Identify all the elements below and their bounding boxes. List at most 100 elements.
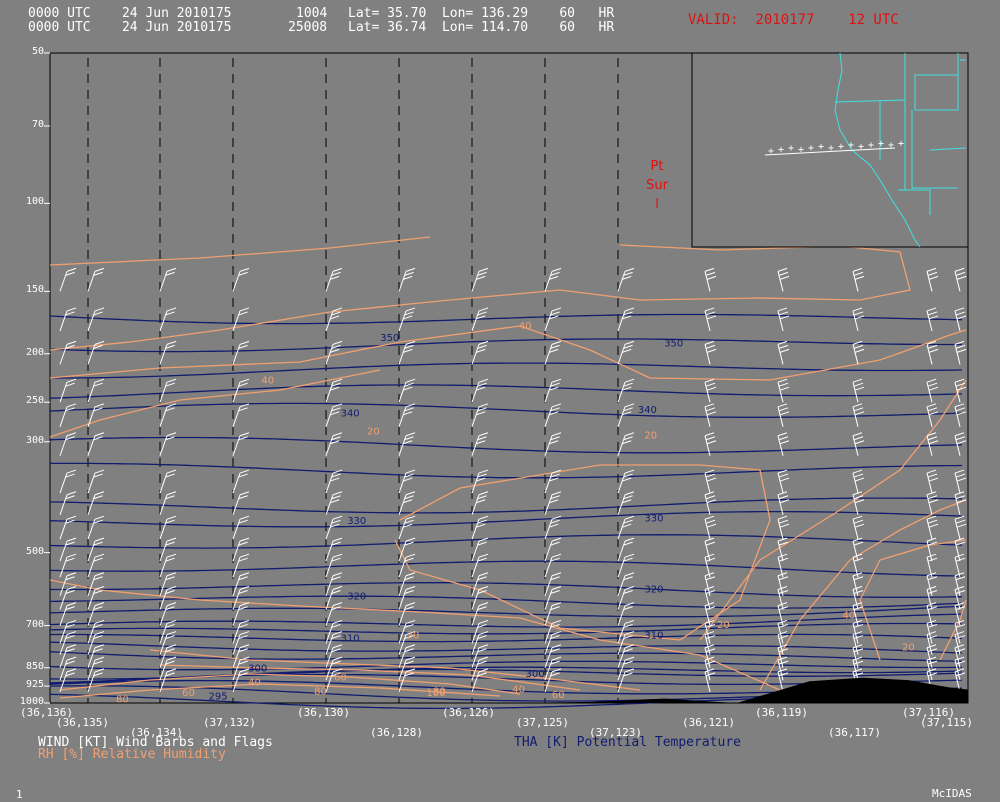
wind-barb-7-6 [544,472,553,494]
wind-feather-13-16-1 [955,648,966,653]
wind-feather-13-0-2 [956,275,967,280]
wind-feather-11-8-1 [853,519,864,524]
wind-feather-6-14-0 [478,619,489,624]
wind-feather-1-1-0 [94,307,105,312]
wind-feather-9-1-2 [706,315,717,320]
wind-feather-13-3-0 [954,378,965,383]
wind-feather-5-0-0 [405,267,416,272]
wind-feather-13-6-2 [956,477,967,482]
wind-barb-6-10 [471,557,480,578]
wind-barb-7-5 [544,435,553,456]
wind-feather-6-17-0 [478,656,489,661]
wind-feather-11-5-0 [852,432,863,437]
wind-feather-6-0-0 [478,267,489,272]
map-point-9: + [858,142,864,153]
wind-feather-10-2-1 [778,344,789,349]
wind-feather-10-3-2 [779,386,790,391]
wind-barb-1-14 [87,623,96,644]
theta-contour-7 [49,497,963,514]
theta-label-7: 320 [644,585,663,596]
rh-label-7: 20 [902,642,915,653]
theta-contour-1 [49,338,962,353]
section-label-6: (36,126) [442,706,495,719]
wind-feather-2-15-0 [166,631,177,636]
wind-feather-0-1-0 [66,307,77,312]
wind-feather-7-16-0 [551,644,562,649]
wind-barb-5-13 [398,605,407,626]
wind-barb-2-13 [159,605,168,626]
wind-feather-12-6-0 [926,469,937,474]
pressure-label-700: 700 [25,618,44,630]
wind-feather-9-2-1 [705,344,716,349]
wind-feather-5-13-0 [405,602,416,607]
pressure-label-200: 200 [25,346,44,358]
wind-feather-11-5-2 [854,440,865,445]
section-label-13: (37,115) [920,716,973,729]
map-point-10: + [868,140,874,151]
map-point-3: + [798,145,804,156]
wind-feather-13-5-2 [956,440,967,445]
wind-feather-5-3-0 [405,378,416,383]
map-point-0: + [768,146,774,157]
rh-label-4: 20 [407,631,420,642]
wind-feather-4-2-0 [332,340,343,345]
wind-feather-2-13-0 [166,602,177,607]
wind-feather-9-3-2 [706,386,717,391]
section-label-10: (36,119) [755,706,808,719]
rh-label-3: 20 [644,430,657,441]
rh-contour-1 [49,244,911,351]
wind-feather-9-8-1 [705,519,716,524]
theta-contour-5 [49,436,963,454]
wind-feather-13-16-0 [954,644,965,649]
wind-feather-1-17-0 [94,656,105,661]
wind-barb-0-9 [59,540,68,562]
wind-barb-1-10 [87,557,96,578]
map-point-4: + [808,143,814,154]
wind-feather-11-3-1 [853,382,864,387]
wind-barb-3-7 [232,494,241,515]
rh-contour-0 [49,236,431,266]
wind-feather-13-2-2 [956,348,967,353]
wind-feather-8-7-0 [624,491,635,496]
wind-barb-8-13 [617,605,626,626]
wind-feather-9-2-2 [706,348,717,353]
wind-feather-1-16-0 [94,644,105,649]
wind-feather-8-9-0 [624,537,635,542]
wind-feather-11-5-1 [853,436,864,441]
theta-label-1: 350 [664,339,683,350]
wind-feather-4-12-0 [332,586,343,591]
wind-barb-7-4 [544,406,553,427]
wind-barb-3-2 [232,344,241,365]
wind-feather-4-11-0 [332,572,343,577]
wind-feather-1-6-0 [94,469,105,474]
theta-label-2: 340 [341,408,360,419]
wind-feather-3-2-0 [239,340,250,345]
wind-feather-7-14-0 [551,619,562,624]
wind-feather-10-5-2 [779,440,790,445]
wind-feather-0-0-0 [66,267,77,272]
wind-feather-9-13-0 [704,602,715,607]
map-point-1: + [778,145,784,156]
map-point-5: + [818,142,824,153]
theta-label-3: 340 [638,405,657,416]
wind-feather-5-5-0 [405,432,416,437]
wind-feather-3-16-0 [239,644,250,649]
wind-feather-4-5-0 [332,432,343,437]
wind-feather-12-14-1 [927,623,938,628]
wind-feather-7-2-0 [551,340,562,345]
wind-feather-9-6-1 [705,473,716,478]
wind-feather-8-11-0 [624,572,635,577]
pressure-label-300: 300 [25,434,44,446]
wind-barb-3-4 [232,406,241,427]
wind-feather-9-4-0 [704,403,715,408]
wind-feather-0-8-0 [66,515,77,520]
rh-label-8: 60 [334,672,347,683]
wind-feather-11-9-1 [853,541,864,546]
wind-feather-8-5-0 [624,432,635,437]
wind-feather-6-4-0 [478,403,489,408]
wind-feather-1-3-0 [94,378,105,383]
wind-barb-0-13 [59,605,68,626]
theta-contour-6 [50,462,963,479]
wind-feather-12-4-0 [926,403,937,408]
wind-feather-12-1-2 [928,315,939,320]
